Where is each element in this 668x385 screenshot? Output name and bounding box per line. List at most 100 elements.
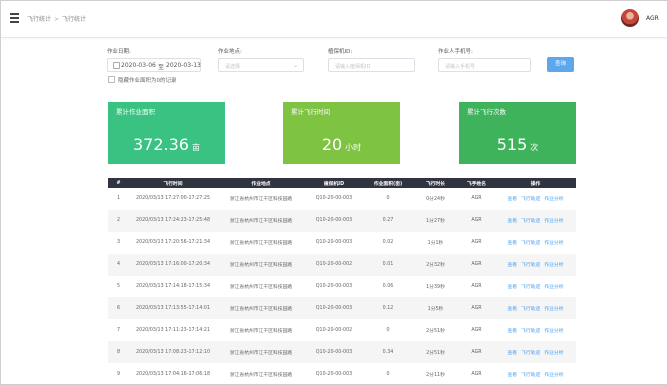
analysis-link[interactable]: 作业分析: [544, 263, 563, 268]
column-header[interactable]: 飞手姓名: [458, 178, 495, 188]
cell-area: 0: [386, 371, 390, 377]
cell-area: 0.06: [382, 284, 394, 289]
view-link[interactable]: 查看: [507, 373, 517, 378]
view-link[interactable]: 查看: [507, 351, 517, 356]
drone-id-input[interactable]: 请输入植保机ID: [328, 58, 415, 72]
location-select[interactable]: 请选择 ⌄: [218, 58, 304, 72]
view-link[interactable]: 查看: [507, 307, 517, 312]
cell-place: 浙江省杭州市江干区科技园路: [217, 209, 305, 232]
column-header[interactable]: 作业面积(亩): [363, 178, 413, 188]
analysis-link[interactable]: 作业分析: [544, 307, 563, 312]
analysis-link[interactable]: 作业分析: [544, 197, 563, 202]
cell-time: 2020/03/13 17:14:18-17:15:34: [136, 284, 210, 289]
cell-id: Q10-20-00-003: [305, 209, 363, 232]
analysis-link[interactable]: 作业分析: [544, 241, 563, 246]
cell-id: Q10-20-00-003: [305, 341, 363, 364]
cell-duration: 1分39秒: [426, 285, 445, 290]
stat-unit: 亩: [191, 143, 200, 152]
date-start[interactable]: 2020-03-06: [121, 62, 156, 69]
cell-place: 浙江省杭州市江干区科技园路: [217, 253, 305, 276]
user-name[interactable]: AGR: [646, 15, 659, 22]
flight-track-link[interactable]: 飞行轨迹: [521, 373, 540, 378]
cell-area: 0.01: [363, 253, 413, 276]
table-row: 4 2020/03/13 17:16:00-17:20:34 浙江省杭州市江干区科技…: [108, 253, 576, 276]
cell-area: 0: [386, 196, 390, 202]
cell-duration: 1分5秒: [413, 297, 458, 320]
date-end[interactable]: 2020-03-13: [166, 62, 201, 69]
app-frame: 飞行统计 > 飞行统计 AGR 作业日期: 作业地点: 植保机ID: 作业人手机号:…: [0, 0, 668, 385]
date-separator: 至: [158, 64, 165, 71]
checkbox-box[interactable]: [108, 76, 115, 83]
menu-toggle-icon[interactable]: [10, 13, 21, 23]
cell-duration: 0分24秒: [426, 197, 445, 203]
stat-value: 515: [496, 135, 528, 154]
column-header[interactable]: 作业地点: [217, 178, 305, 188]
view-link[interactable]: 查看: [507, 263, 517, 268]
flight-track-link[interactable]: 飞行轨迹: [521, 329, 540, 334]
table-row: 5 2020/03/13 17:14:18-17:15:34 浙江省杭州市江干区科技…: [108, 276, 576, 298]
analysis-link[interactable]: 作业分析: [544, 219, 563, 224]
flight-track-link[interactable]: 飞行轨迹: [521, 263, 540, 268]
cell-duration: 2分32秒: [413, 253, 458, 276]
cell-pilot: AGR: [471, 196, 482, 202]
view-link[interactable]: 查看: [507, 241, 517, 246]
cell-place: 浙江省杭州市江干区科技园路: [229, 328, 293, 334]
avatar[interactable]: [621, 9, 639, 27]
analysis-link[interactable]: 作业分析: [544, 351, 563, 356]
hide-zero-area-checkbox[interactable]: 隐藏作业面积为0的记录: [108, 76, 177, 84]
drone-id-placeholder: 请输入植保机ID: [335, 63, 371, 70]
cell-place: 浙江省杭州市江干区科技园路: [229, 197, 293, 203]
stat-value: 372.36: [133, 135, 189, 154]
cell-pilot: AGR: [458, 297, 495, 320]
stat-card-area: 累计作业面积 372.36 亩: [108, 102, 225, 164]
cell-area: 0.27: [363, 209, 413, 232]
flight-track-link[interactable]: 飞行轨迹: [521, 351, 540, 356]
flight-track-link[interactable]: 飞行轨迹: [521, 197, 540, 202]
stat-unit: 次: [530, 143, 539, 152]
cell-pilot: AGR: [471, 240, 482, 246]
flight-track-link[interactable]: 飞行轨迹: [521, 241, 540, 246]
cell-time: 2020/03/13 17:24:23-17:25:48: [129, 209, 217, 232]
cell-id: Q10-20-00-003: [315, 240, 353, 246]
breadcrumb-parent[interactable]: 飞行统计: [27, 16, 51, 23]
flight-track-link[interactable]: 飞行轨迹: [521, 219, 540, 224]
flight-track-link[interactable]: 飞行轨迹: [521, 307, 540, 312]
table-row: 3 2020/03/13 17:20:56-17:21:34 浙江省杭州市江干区科技…: [108, 232, 576, 254]
view-link[interactable]: 查看: [507, 219, 517, 224]
cell-time: 2020/03/13 17:20:56-17:21:34: [136, 240, 210, 246]
cell-actions: 查看 飞行轨迹 作业分析: [495, 363, 576, 384]
cell-id: Q10-20-00-003: [315, 196, 353, 202]
operator-phone-input[interactable]: 请输入手机号: [438, 58, 531, 72]
cell-actions: 查看 飞行轨迹 作业分析: [495, 319, 576, 341]
column-header: #: [108, 178, 129, 188]
hide-zero-area-label: 隐藏作业面积为0的记录: [118, 78, 177, 84]
cell-idx: 5: [116, 284, 121, 289]
stat-card-flight-count: 累计飞行次数 515 次: [459, 102, 576, 164]
column-header[interactable]: 植保机ID: [305, 178, 363, 188]
search-button[interactable]: 查询: [547, 57, 574, 72]
column-header[interactable]: 飞行时间: [129, 178, 217, 188]
view-link[interactable]: 查看: [507, 329, 517, 334]
cell-time: 2020/03/13 17:16:00-17:20:34: [129, 253, 217, 276]
cell-id: Q10-20-00-002: [305, 253, 363, 276]
analysis-link[interactable]: 作业分析: [544, 285, 563, 290]
column-header: 操作: [495, 178, 576, 188]
cell-area: 0.12: [363, 297, 413, 320]
analysis-link[interactable]: 作业分析: [544, 373, 563, 378]
cell-time: 2020/03/13 17:11:23-17:14:21: [136, 327, 210, 333]
cell-place: 浙江省杭州市江干区科技园路: [217, 341, 305, 364]
flight-track-link[interactable]: 飞行轨迹: [521, 285, 540, 290]
view-link[interactable]: 查看: [507, 197, 517, 202]
top-bar: 飞行统计 > 飞行统计 AGR: [1, 1, 667, 38]
cell-place: 浙江省杭州市江干区科技园路: [229, 372, 293, 378]
cell-idx: 1: [116, 196, 121, 202]
flight-records-table: # 飞行时间 作业地点 植保机ID 作业面积(亩) 飞行时长 飞手姓名 操作 1…: [108, 178, 576, 384]
date-range-picker[interactable]: 2020-03-06 至 2020-03-13: [107, 58, 201, 72]
column-header[interactable]: 飞行时长: [413, 178, 458, 188]
view-link[interactable]: 查看: [507, 285, 517, 290]
stat-title: 累计作业面积: [116, 108, 155, 116]
table-row: 2 2020/03/13 17:24:23-17:25:48 浙江省杭州市江干区科技…: [108, 209, 576, 232]
cell-idx: 8: [108, 341, 129, 364]
analysis-link[interactable]: 作业分析: [544, 329, 563, 334]
cell-time: 2020/03/13 17:04:16-17:06:18: [136, 371, 210, 377]
